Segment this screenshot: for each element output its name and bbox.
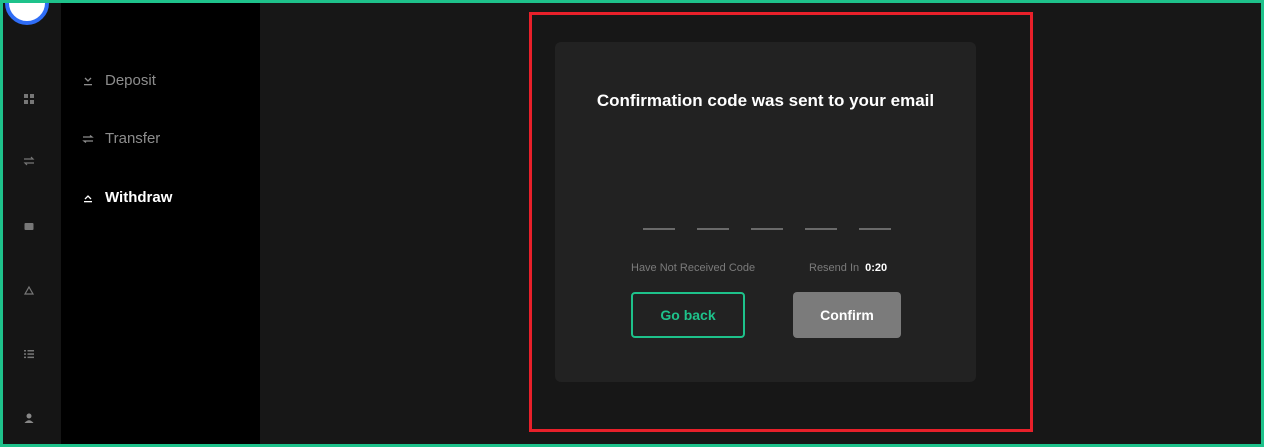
dialog-title: Confirmation code was sent to your email xyxy=(596,91,935,110)
icon-rail xyxy=(3,3,61,444)
user-icon[interactable] xyxy=(22,411,36,425)
resend-info: Resend In 0:20 xyxy=(809,262,887,274)
transfer-icon xyxy=(81,132,95,146)
resend-row: Have Not Received Code Resend In 0:20 xyxy=(631,262,921,278)
submenu-item-transfer[interactable]: Transfer xyxy=(81,130,160,147)
code-slot[interactable] xyxy=(805,228,837,230)
swap-icon[interactable] xyxy=(22,154,36,168)
submenu-label: Withdraw xyxy=(105,189,173,206)
dashboard-icon[interactable] xyxy=(22,92,36,106)
submenu-item-withdraw[interactable]: Withdraw xyxy=(81,189,172,206)
go-back-button[interactable]: Go back xyxy=(631,292,745,338)
code-slot[interactable] xyxy=(643,228,675,230)
recycle-icon[interactable] xyxy=(22,284,36,298)
list-icon[interactable] xyxy=(22,347,36,361)
confirm-button[interactable]: Confirm xyxy=(793,292,901,338)
arrow-up-icon xyxy=(81,191,95,205)
confirmation-dialog: Confirmation code was sent to your email… xyxy=(555,42,976,382)
resend-timer: 0:20 xyxy=(865,262,888,274)
wallet-submenu: Deposit Transfer Withdraw xyxy=(61,3,260,444)
submenu-item-deposit[interactable]: Deposit xyxy=(81,72,156,89)
code-slot[interactable] xyxy=(697,228,729,230)
resend-label: Resend In xyxy=(809,262,860,274)
wallet-icon[interactable] xyxy=(22,219,36,233)
code-slot[interactable] xyxy=(859,228,891,230)
logo[interactable] xyxy=(5,3,49,25)
not-received-link[interactable]: Have Not Received Code xyxy=(631,262,755,274)
submenu-label: Deposit xyxy=(105,72,156,89)
arrow-down-icon xyxy=(81,74,95,88)
submenu-label: Transfer xyxy=(105,130,161,147)
app-frame: Deposit Transfer Withdraw Confirmation c… xyxy=(0,0,1264,447)
code-slot[interactable] xyxy=(751,228,783,230)
